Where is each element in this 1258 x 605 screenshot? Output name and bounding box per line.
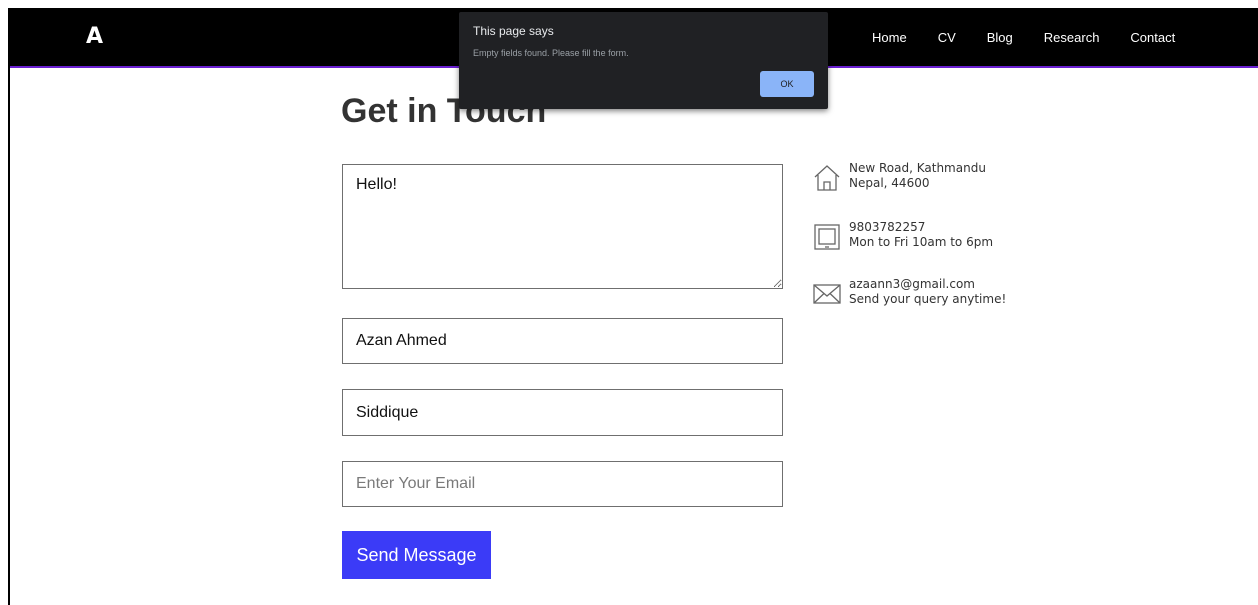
message-textarea[interactable]: Hello! xyxy=(342,164,783,289)
contact-address: New Road, Kathmandu Nepal, 44600 xyxy=(812,161,986,193)
email-input[interactable] xyxy=(342,461,783,507)
contact-email: azaann3@gmail.com Send your query anytim… xyxy=(812,277,1006,309)
nav-link-contact[interactable]: Contact xyxy=(1130,30,1175,45)
send-message-button[interactable]: Send Message xyxy=(342,531,491,579)
page-frame-edge xyxy=(8,8,10,605)
nav-links: Home CV Blog Research Contact xyxy=(872,30,1206,45)
address-line: New Road, Kathmandu xyxy=(849,161,986,175)
home-icon xyxy=(814,165,840,191)
nav-link-research[interactable]: Research xyxy=(1044,30,1100,45)
surname-input[interactable] xyxy=(342,389,783,436)
dialog-message: Empty fields found. Please fill the form… xyxy=(473,48,629,58)
email-address[interactable]: azaann3@gmail.com xyxy=(849,277,1006,292)
alert-dialog: This page says Empty fields found. Pleas… xyxy=(459,12,828,109)
dialog-title: This page says xyxy=(473,24,554,38)
name-input[interactable] xyxy=(342,318,783,364)
dialog-ok-button[interactable]: OK xyxy=(760,71,814,97)
nav-link-cv[interactable]: CV xyxy=(938,30,956,45)
phone-hours: Mon to Fri 10am to 6pm xyxy=(849,235,994,249)
tablet-icon xyxy=(814,224,840,250)
phone-number: 9803782257 xyxy=(849,220,926,234)
address-line-2: Nepal, 44600 xyxy=(849,176,930,190)
nav-link-blog[interactable]: Blog xyxy=(987,30,1013,45)
contact-phone: 9803782257 Mon to Fri 10am to 6pm xyxy=(812,220,993,252)
email-note: Send your query anytime! xyxy=(849,292,1007,306)
site-logo[interactable]: A xyxy=(86,24,103,49)
nav-link-home[interactable]: Home xyxy=(872,30,907,45)
mail-icon xyxy=(813,284,841,304)
